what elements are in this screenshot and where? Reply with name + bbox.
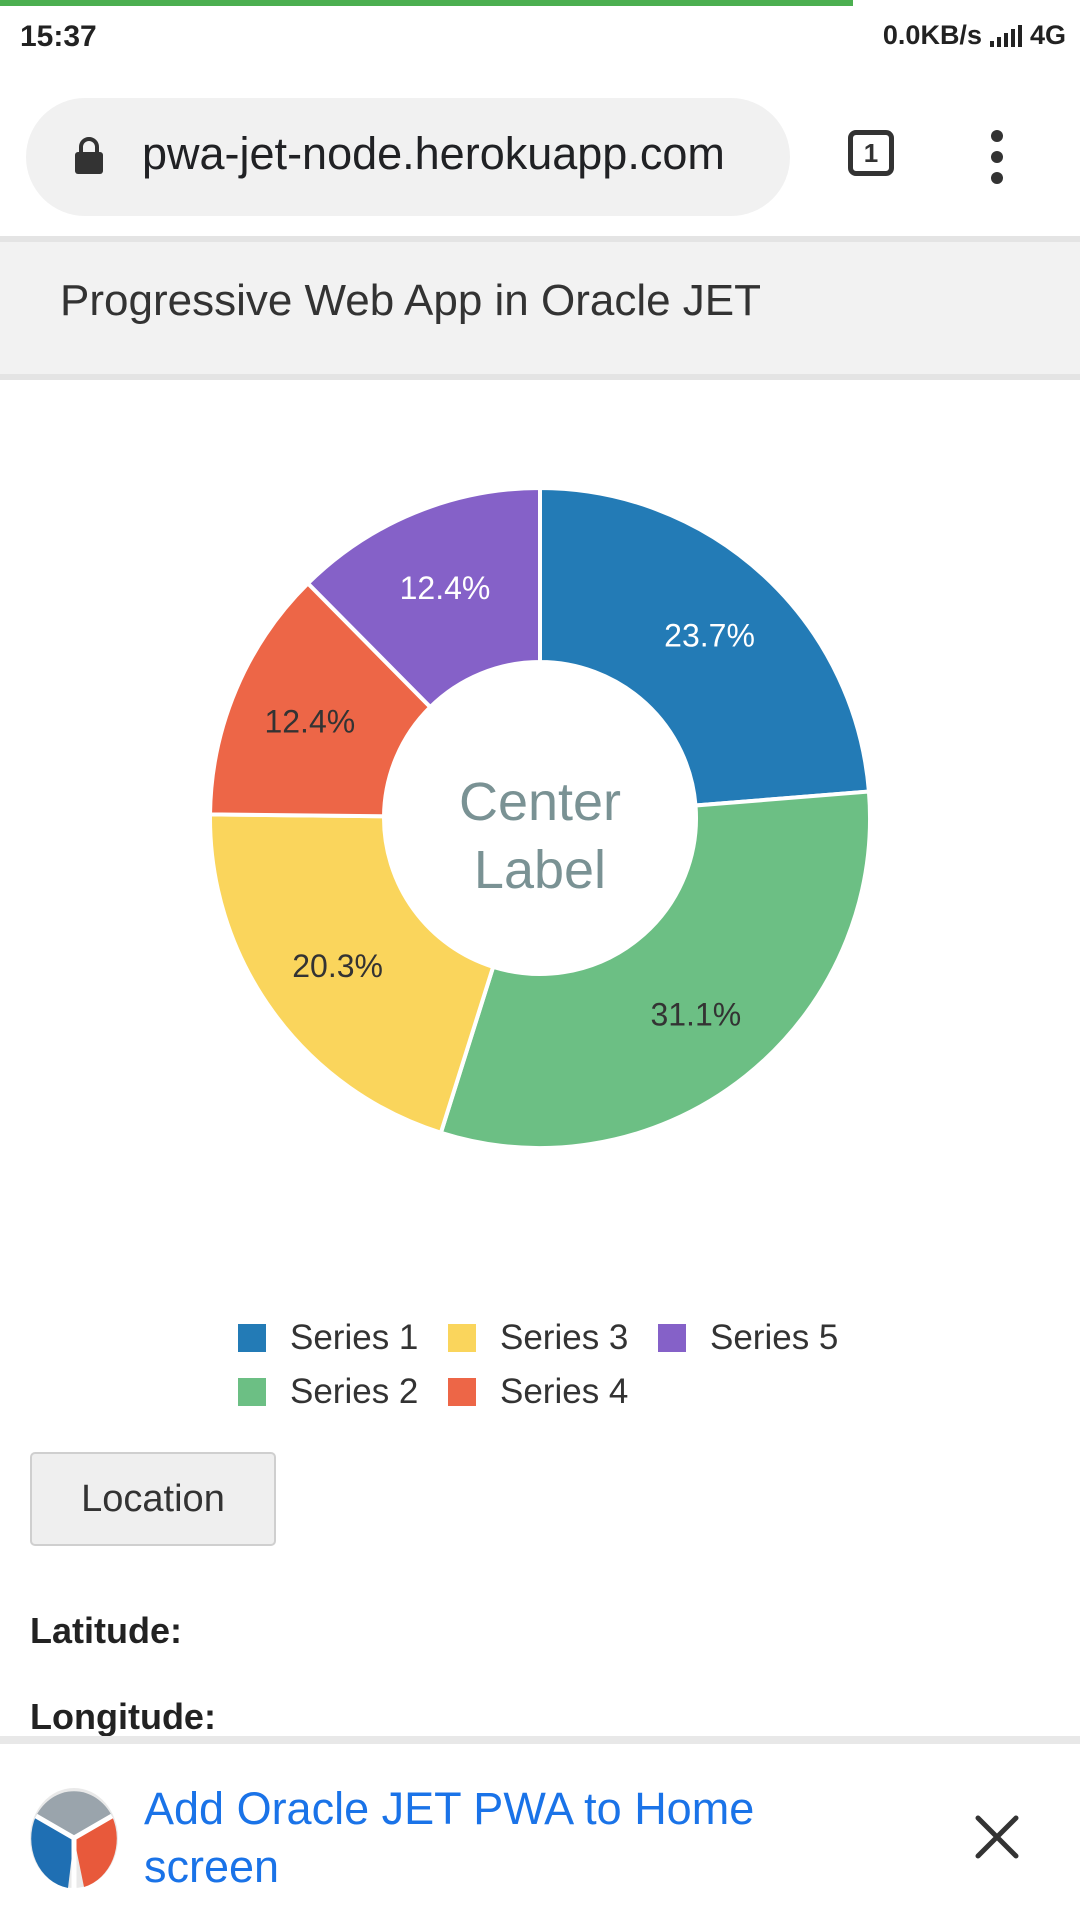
center-label-line-1: Center [459, 772, 621, 832]
location-button[interactable]: Location [30, 1452, 276, 1546]
close-icon[interactable] [972, 1812, 1022, 1862]
legend-label: Series 1 [290, 1318, 419, 1357]
legend-swatch [658, 1324, 686, 1352]
browser-toolbar: pwa-jet-node.herokuapp.com 1 [0, 72, 1080, 234]
legend-label: Series 5 [710, 1318, 839, 1357]
center-label-line-2: Label [474, 840, 606, 900]
legend-label: Series 3 [500, 1318, 629, 1357]
donut-chart: 23.7% 31.1% 20.3% 12.4% 12.4% Center Label [207, 485, 872, 1150]
signal-strength-icon [989, 24, 1022, 47]
slice-label-5: 12.4% [400, 570, 491, 606]
more-vert-icon[interactable] [982, 130, 1012, 186]
page-load-progress-bar [0, 0, 854, 6]
network-type: 4G [1029, 20, 1066, 50]
slice-label-3: 20.3% [292, 948, 383, 984]
status-bar: 15:37 0.0KB/s 4G [0, 0, 1080, 72]
tab-count: 1 [863, 138, 879, 168]
app-header: Progressive Web App in Oracle JET [0, 236, 1080, 380]
legend-swatch [238, 1324, 266, 1352]
legend-swatch [448, 1324, 476, 1352]
add-to-home-banner[interactable]: Add Oracle JET PWA to Home screen [0, 1736, 1080, 1920]
legend-item[interactable]: Series 5 [658, 1318, 838, 1358]
network-speed: 0.0KB/s [882, 20, 982, 50]
slice-label-2: 31.1% [650, 996, 741, 1032]
chart-legend: Series 1 Series 3 Series 5 Series 2 Seri… [238, 1318, 878, 1438]
address-bar[interactable]: pwa-jet-node.herokuapp.com [26, 98, 790, 216]
legend-item[interactable]: Series 4 [448, 1372, 628, 1412]
tab-switcher-button[interactable]: 1 [848, 130, 894, 176]
legend-swatch [448, 1378, 476, 1406]
slice-label-1: 23.7% [664, 617, 755, 653]
slice-label-4: 12.4% [264, 703, 355, 739]
status-time: 15:37 [20, 20, 97, 53]
legend-label: Series 2 [290, 1372, 419, 1411]
status-indicators: 0.0KB/s 4G [883, 20, 1066, 51]
legend-item[interactable]: Series 2 [238, 1372, 418, 1412]
url-text: pwa-jet-node.herokuapp.com [142, 128, 725, 179]
banner-text[interactable]: Add Oracle JET PWA to Home screen [144, 1780, 804, 1896]
legend-item[interactable]: Series 1 [238, 1318, 418, 1358]
page-title: Progressive Web App in Oracle JET [60, 276, 762, 325]
legend-label: Series 4 [500, 1372, 629, 1411]
legend-swatch [238, 1378, 266, 1406]
legend-item[interactable]: Series 3 [448, 1318, 628, 1358]
lock-icon [75, 137, 103, 174]
latitude-label: Latitude: [30, 1610, 182, 1651]
oracle-jet-logo-icon [30, 1788, 118, 1888]
longitude-label: Longitude: [30, 1696, 216, 1737]
